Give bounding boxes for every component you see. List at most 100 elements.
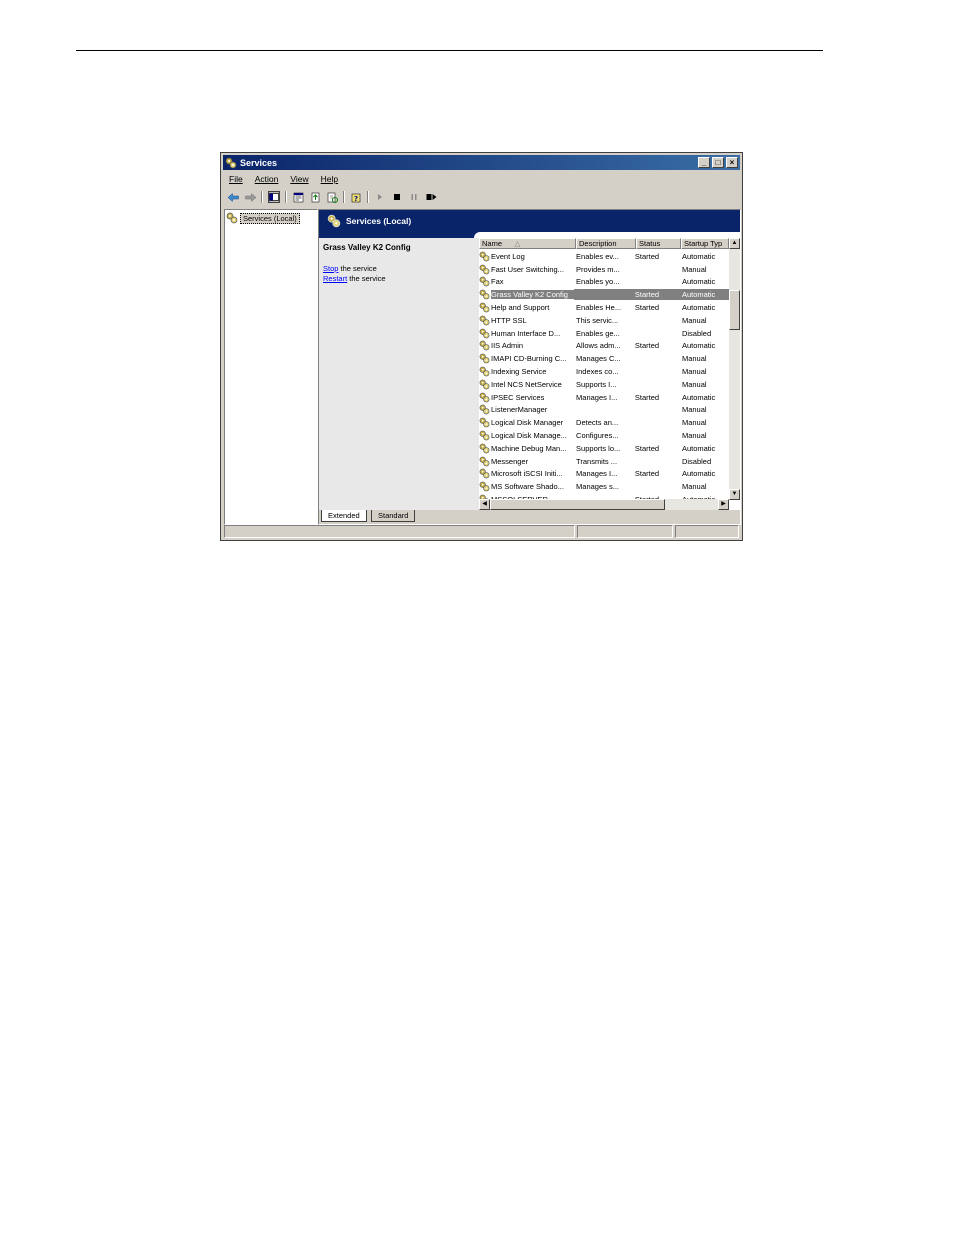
horizontal-scrollbar[interactable]: ◀ ▶: [479, 499, 729, 510]
action-text: the service: [338, 264, 377, 273]
view-tabs: Extended Standard: [319, 510, 740, 524]
service-name: ListenerManager: [491, 405, 548, 415]
horizontal-scroll-thumb[interactable]: [490, 499, 665, 510]
tab-standard[interactable]: Standard: [371, 510, 416, 522]
help-icon[interactable]: ?: [350, 191, 362, 203]
service-gear-icon: [479, 289, 490, 300]
cell-startup-type: Automatic: [681, 469, 716, 479]
table-row[interactable]: IPSEC Services Manages I... Started Automat…: [479, 391, 729, 404]
table-row[interactable]: Intel NCS NetService Supports I... Manual: [479, 378, 729, 391]
table-row[interactable]: Fast User Switching... Provides m... Manua…: [479, 263, 729, 276]
service-gear-icon: [479, 366, 490, 377]
menu-help[interactable]: Help: [321, 174, 338, 184]
cell-description: Enables yo...: [576, 277, 620, 287]
refresh-icon[interactable]: [326, 191, 338, 203]
pause-service-icon[interactable]: [408, 191, 420, 203]
cell-description: Supports lo...: [576, 443, 621, 453]
cell-status: Started: [632, 289, 680, 301]
column-header-startup-type[interactable]: Startup Typ: [681, 238, 729, 249]
stop-service-link[interactable]: Stop: [323, 264, 338, 273]
back-icon[interactable]: [227, 191, 239, 203]
table-row[interactable]: MS Software Shado... Manages s... Manual: [479, 480, 729, 493]
table-row[interactable]: Microsoft iSCSI Initi... Manages I... Star…: [479, 468, 729, 481]
cell-name: Messenger: [479, 456, 574, 467]
list-rows: Event Log Enables ev... Started Automatic Fa…: [479, 250, 729, 506]
menu-view[interactable]: View: [290, 174, 308, 184]
show-hide-tree-icon[interactable]: [268, 191, 280, 203]
toolbar-separator: [285, 191, 287, 203]
cell-description: Enables He...: [576, 303, 622, 313]
table-row[interactable]: Logical Disk Manage... Configures... Manua…: [479, 429, 729, 442]
cell-name: IMAPI CD-Burning C...: [479, 353, 574, 364]
table-row[interactable]: Grass Valley K2 Config Started Automatic: [479, 288, 729, 301]
restart-service-link[interactable]: Restart: [323, 274, 347, 283]
column-header-description[interactable]: Description: [576, 238, 636, 249]
service-name: HTTP SSL: [491, 315, 527, 325]
scroll-left-icon[interactable]: ◀: [479, 499, 490, 510]
menu-action[interactable]: Action: [255, 174, 279, 184]
table-row[interactable]: IMAPI CD-Burning C... Manages C... Manual: [479, 352, 729, 365]
maximize-button[interactable]: □: [712, 157, 724, 168]
cell-name: Logical Disk Manage...: [479, 430, 574, 441]
cell-description: Manages C...: [576, 354, 621, 364]
sort-ascending-icon: △: [514, 239, 521, 248]
table-row[interactable]: Machine Debug Man... Supports lo... Starte…: [479, 442, 729, 455]
toolbar-separator: [367, 191, 369, 203]
cell-startup-type: Automatic: [681, 251, 716, 261]
vertical-scrollbar[interactable]: ▲ ▼: [729, 238, 740, 500]
service-gear-icon: [479, 430, 490, 441]
title-bar[interactable]: Services _ □ ×: [223, 155, 740, 170]
stop-service-icon[interactable]: [391, 191, 403, 203]
scroll-right-icon[interactable]: ▶: [718, 499, 729, 510]
table-row[interactable]: ListenerManager Manual: [479, 404, 729, 417]
table-row[interactable]: Human Interface D... Enables ge... Disable…: [479, 327, 729, 340]
menu-file[interactable]: File: [229, 174, 243, 184]
cell-name: Human Interface D...: [479, 328, 574, 339]
table-row[interactable]: Fax Enables yo... Automatic: [479, 276, 729, 289]
column-label: Name: [482, 239, 503, 248]
cell-description: Enables ge...: [576, 328, 620, 338]
scroll-up-icon[interactable]: ▲: [729, 238, 740, 249]
toolbar-separator: [343, 191, 345, 203]
restart-service-icon[interactable]: [425, 191, 437, 203]
table-row[interactable]: Event Log Enables ev... Started Automatic: [479, 250, 729, 263]
service-name: Grass Valley K2 Config: [491, 290, 575, 300]
cell-name: IIS Admin: [479, 340, 574, 351]
table-row[interactable]: Messenger Transmits ... Disabled: [479, 455, 729, 468]
cell-startup-type: Automatic: [681, 443, 716, 453]
cell-startup-type: Automatic: [679, 289, 729, 301]
status-pane: [224, 525, 575, 538]
tab-extended[interactable]: Extended: [321, 510, 367, 522]
service-name: Messenger: [491, 456, 529, 466]
table-row[interactable]: IIS Admin Allows adm... Started Automatic: [479, 340, 729, 353]
table-row[interactable]: HTTP SSL This servic... Manual: [479, 314, 729, 327]
minimize-button[interactable]: _: [698, 157, 710, 168]
window-title: Services: [240, 157, 278, 168]
service-gear-icon: [479, 341, 490, 351]
cell-startup-type: Disabled: [681, 328, 712, 338]
export-list-icon[interactable]: [309, 191, 321, 203]
properties-icon[interactable]: [292, 191, 304, 203]
cell-name: Intel NCS NetService: [479, 379, 574, 390]
tree-item-services-local[interactable]: Services (Local): [226, 212, 300, 224]
scroll-down-icon[interactable]: ▼: [729, 489, 740, 500]
cell-name: ListenerManager: [479, 404, 574, 415]
start-service-icon[interactable]: [374, 191, 386, 203]
close-button[interactable]: ×: [726, 157, 738, 168]
cell-description: Supports I...: [576, 379, 617, 389]
cell-description: Manages s...: [576, 482, 619, 492]
service-gear-icon: [479, 328, 490, 339]
table-row[interactable]: Indexing Service Indexes co... Manual: [479, 365, 729, 378]
cell-description: Detects an...: [576, 418, 619, 428]
cell-startup-type: Disabled: [681, 456, 712, 466]
table-row[interactable]: Help and Support Enables He... Started Auto…: [479, 301, 729, 314]
column-header-status[interactable]: Status: [636, 238, 681, 249]
service-gear-icon: [479, 379, 490, 390]
vertical-scroll-thumb[interactable]: [729, 290, 740, 330]
forward-icon[interactable]: [244, 191, 256, 203]
table-row[interactable]: Logical Disk Manager Detects an... Manual: [479, 416, 729, 429]
service-gear-icon: [479, 353, 490, 364]
cell-description: Provides m...: [576, 264, 620, 274]
tree-item-label: Services (Local): [240, 212, 300, 224]
column-header-name[interactable]: Name △: [479, 238, 576, 249]
